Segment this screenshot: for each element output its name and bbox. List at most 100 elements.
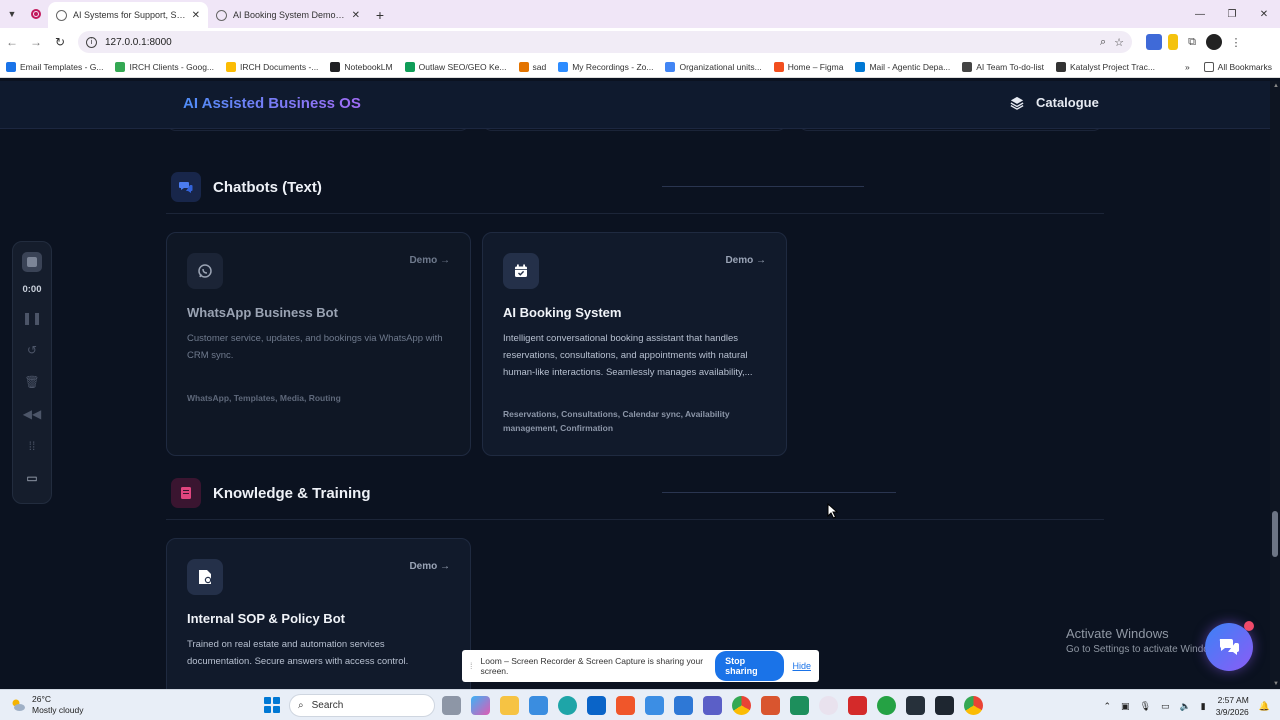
new-tab-button[interactable]: + (368, 2, 392, 28)
demo-link[interactable]: Demo → (725, 255, 766, 266)
bookmark-label: Katalyst Project Trac... (1069, 61, 1155, 72)
extension-icon[interactable] (1168, 34, 1178, 50)
volume-icon[interactable]: 🔈 (1180, 701, 1191, 712)
tab-close-icon[interactable]: ✕ (192, 10, 200, 21)
drag-handle-icon[interactable]: ⁞ (470, 661, 473, 671)
tab-title: AI Booking System Demo - AI A (233, 10, 346, 20)
task-view-icon[interactable] (442, 696, 461, 715)
battery-icon[interactable]: ▮ (1201, 701, 1206, 712)
bookmark-item[interactable]: Katalyst Project Trac... (1055, 61, 1155, 72)
url-text: 127.0.0.1:8000 (105, 36, 172, 48)
bookmark-label: Organizational units... (679, 61, 762, 72)
extension-icon[interactable] (1146, 34, 1162, 50)
whatsapp-icon[interactable] (877, 696, 896, 715)
window-controls: — ❐ ✕ (1184, 0, 1280, 28)
solution-card-booking[interactable]: Demo → AI Booking System Intelligent con… (482, 232, 787, 456)
bookmark-item[interactable]: IRCH Clients - Goog... (115, 61, 214, 72)
camera-icon[interactable]: ▭ (26, 471, 37, 485)
scroll-down-icon[interactable]: ▼ (1273, 681, 1279, 687)
weather-cloud-icon (12, 699, 25, 711)
restart-icon[interactable]: ↺ (23, 341, 41, 359)
bookmark-item[interactable]: Organizational units... (665, 61, 762, 72)
demo-link[interactable]: Demo → (409, 561, 450, 572)
document-icon (187, 559, 223, 595)
app-icon[interactable] (790, 696, 809, 715)
edge-icon[interactable] (558, 696, 577, 715)
outlook-icon[interactable] (587, 696, 606, 715)
demo-link[interactable]: Demo → (409, 255, 450, 266)
bookmark-item[interactable]: Home – Figma (773, 61, 843, 72)
all-bookmarks-button[interactable]: All Bookmarks (1203, 62, 1272, 72)
tab-close-icon[interactable]: ✕ (352, 10, 360, 21)
stop-recording-button[interactable] (22, 252, 42, 272)
store-icon[interactable] (529, 696, 548, 715)
brand-logo-text[interactable]: AI Assisted Business OS (183, 95, 361, 112)
trash-icon[interactable]: 🗑 (23, 373, 41, 391)
url-field[interactable]: i 127.0.0.1:8000 ⌕ ☆ (78, 31, 1132, 53)
tray-app-icon[interactable]: ▣ (1121, 701, 1130, 712)
rewind-icon[interactable]: ◀◀ (23, 405, 41, 423)
chrome-icon[interactable] (964, 696, 983, 715)
browser-tab-active[interactable]: AI Systems for Support, Sales, a ✕ (48, 2, 208, 28)
minimize-icon[interactable]: — (1184, 0, 1216, 28)
bookmark-item[interactable]: AI Team To-do-list (962, 61, 1044, 72)
browser-menu-icon[interactable]: ⋮ (1228, 34, 1244, 50)
tab-search-chevron-icon[interactable]: ▼ (0, 0, 24, 28)
microphone-icon[interactable]: 🎙 (1140, 701, 1151, 712)
bookmark-item[interactable]: NotebookLM (330, 61, 393, 72)
site-info-icon[interactable]: i (86, 36, 97, 48)
teams-icon[interactable] (703, 696, 722, 715)
chrome-icon[interactable] (732, 696, 751, 715)
terminal-icon[interactable] (935, 696, 954, 715)
brave-icon[interactable] (616, 696, 635, 715)
zoom-icon[interactable]: ⌕ (1100, 36, 1106, 49)
more-bookmarks-icon[interactable]: » (1185, 62, 1190, 72)
stop-sharing-button[interactable]: Stop sharing (715, 651, 785, 681)
bookmark-item[interactable]: Outlaw SEO/GEO Ke... (404, 61, 507, 72)
page-scrollbar[interactable] (1270, 81, 1280, 689)
catalogue-button[interactable]: Catalogue (1010, 95, 1099, 110)
photos-icon[interactable] (674, 696, 693, 715)
display-icon[interactable]: ▭ (1161, 701, 1170, 712)
solution-card-whatsapp[interactable]: Demo → WhatsApp Business Bot Customer se… (166, 232, 471, 456)
address-bar-row: ← → ↻ i 127.0.0.1:8000 ⌕ ☆ ⧉ ⋮ (0, 28, 1280, 56)
close-window-icon[interactable]: ✕ (1248, 0, 1280, 28)
notifications-icon[interactable]: 🔔 (1259, 701, 1270, 712)
scroll-up-icon[interactable]: ▲ (1273, 83, 1279, 89)
profile-avatar[interactable] (1206, 34, 1222, 50)
bookmark-label: AI Team To-do-list (976, 61, 1044, 72)
copilot-icon[interactable] (471, 696, 490, 715)
back-icon[interactable]: ← (0, 28, 24, 56)
bookmark-item[interactable]: My Recordings - Zo... (558, 61, 653, 72)
wps-icon[interactable] (848, 696, 867, 715)
app-icon[interactable] (761, 696, 780, 715)
grid-icon[interactable]: ⁞⁞ (23, 437, 41, 455)
file-explorer-icon[interactable] (500, 696, 519, 715)
card-tags: WhatsApp, Templates, Media, Routing (187, 393, 341, 403)
bookmark-star-icon[interactable]: ☆ (1114, 36, 1124, 49)
extensions-puzzle-icon[interactable]: ⧉ (1184, 34, 1200, 50)
windows-start-icon[interactable] (264, 697, 280, 713)
solution-card-sop[interactable]: Demo → Internal SOP & Policy Bot Trained… (166, 538, 471, 689)
slack-icon[interactable] (819, 696, 838, 715)
bookmark-item[interactable]: Mail - Agentic Depa... (855, 61, 950, 72)
taskbar-clock[interactable]: 2:57 AM 3/9/2026 (1216, 694, 1249, 718)
section-divider-accent (662, 492, 896, 493)
bookmark-item[interactable]: sad (518, 61, 546, 72)
app-icon[interactable] (906, 696, 925, 715)
weather-widget[interactable]: 26°C Mostly cloudy (10, 694, 84, 716)
pause-icon[interactable]: ❚❚ (22, 309, 42, 327)
bookmark-favicon-icon (773, 61, 784, 72)
taskbar-search[interactable]: ⌕ Search (289, 694, 435, 717)
bookmark-item[interactable]: IRCH Documents -... (226, 61, 318, 72)
reload-icon[interactable]: ↻ (48, 28, 72, 56)
screen-share-bar: ⁞ Loom – Screen Recorder & Screen Captur… (462, 650, 819, 682)
tray-chevron-icon[interactable]: ⌃ (1104, 701, 1112, 712)
scrollbar-thumb[interactable] (1272, 511, 1278, 557)
browser-tab[interactable]: AI Booking System Demo - AI A ✕ (208, 2, 368, 28)
bookmark-item[interactable]: Email Templates - G... (6, 61, 103, 72)
hide-link[interactable]: Hide (792, 661, 811, 671)
maximize-icon[interactable]: ❐ (1216, 0, 1248, 28)
notepad-icon[interactable] (645, 696, 664, 715)
forward-icon[interactable]: → (24, 28, 48, 56)
